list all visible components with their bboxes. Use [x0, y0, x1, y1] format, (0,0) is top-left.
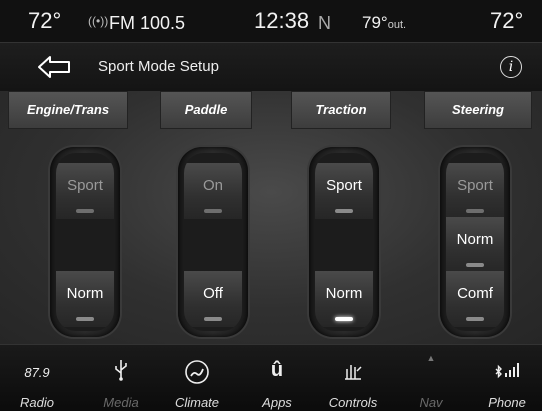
nav-label: Radio: [20, 395, 54, 410]
bottom-nav-bar: 87.9 Radio Media Climate û Apps Controls: [0, 344, 542, 411]
indicator-bar: [204, 209, 222, 213]
engine-trans-selector: Sport Norm: [50, 147, 120, 337]
nav-label: Nav: [419, 395, 443, 410]
tab-paddle[interactable]: Paddle: [160, 91, 252, 129]
indicator-bar: [466, 209, 484, 213]
traction-sport-option[interactable]: Sport: [315, 163, 373, 219]
option-label: Sport: [457, 177, 493, 194]
outside-temp: 79°out.: [362, 13, 407, 32]
climate-icon: [166, 359, 228, 385]
indicator-bar: [204, 317, 222, 321]
steering-selector: Sport Norm Comf: [440, 147, 510, 337]
option-label: On: [202, 177, 223, 194]
tab-traction[interactable]: Traction: [291, 91, 391, 129]
uconnect-screen: 72° ((•)) FM 100.5 12:38 N 79°out. 72° S…: [0, 0, 542, 411]
nav-media[interactable]: Media: [90, 345, 152, 411]
radio-frequency: 87.9: [24, 365, 50, 380]
radio-station[interactable]: FM 100.5: [109, 13, 185, 34]
nav-label: Climate: [174, 395, 220, 410]
option-label: Norm: [325, 285, 363, 302]
indicator-bar: [466, 317, 484, 321]
option-label: Off: [203, 285, 223, 302]
sport-mode-panel: Engine/Trans Paddle Traction Steering Sp…: [0, 91, 542, 344]
indicator-bar: [76, 209, 94, 213]
paddle-off-option[interactable]: Off: [184, 271, 242, 327]
nav-apps[interactable]: û Apps: [246, 345, 308, 411]
nav-nav[interactable]: ▲ Nav: [400, 345, 462, 411]
broadcast-icon: ((•)): [88, 14, 109, 28]
usb-icon: [90, 359, 152, 385]
indicator-bar: [335, 209, 353, 213]
clock: 12:38: [254, 8, 310, 33]
indicator-bar: [76, 317, 94, 321]
nav-label: Media: [103, 395, 139, 410]
steering-comf-option[interactable]: Comf: [446, 271, 504, 327]
option-label: Norm: [66, 285, 104, 302]
traction-selector: Sport Norm: [309, 147, 379, 337]
nav-controls[interactable]: Controls: [322, 345, 384, 411]
option-label: Norm: [456, 231, 494, 248]
back-arrow-icon[interactable]: [36, 54, 72, 80]
phone-icon: [476, 359, 538, 385]
engine-trans-sport-option[interactable]: Sport: [56, 163, 114, 219]
traction-norm-option[interactable]: Norm: [315, 271, 373, 327]
compass-heading: N: [318, 13, 331, 33]
option-label: Sport: [67, 177, 103, 194]
nav-label: Controls: [328, 395, 378, 410]
indicator-bar: [466, 263, 484, 267]
nav-radio[interactable]: 87.9 Radio: [6, 345, 68, 411]
page-title: Sport Mode Setup: [98, 58, 219, 75]
paddle-on-option[interactable]: On: [184, 163, 242, 219]
engine-trans-norm-option[interactable]: Norm: [56, 271, 114, 327]
tab-steering[interactable]: Steering: [424, 91, 532, 129]
steering-sport-option[interactable]: Sport: [446, 163, 504, 219]
nav-label: Apps: [262, 395, 292, 410]
nav-phone[interactable]: Phone: [476, 345, 538, 411]
driver-temp[interactable]: 72°: [28, 8, 61, 34]
steering-norm-option[interactable]: Norm: [446, 217, 504, 273]
nav-label: Phone: [488, 395, 526, 410]
tab-engine-trans[interactable]: Engine/Trans: [8, 91, 128, 129]
apps-icon: û: [270, 359, 284, 381]
controls-icon: [322, 359, 384, 385]
passenger-temp[interactable]: 72°: [490, 8, 523, 34]
info-icon[interactable]: i: [500, 56, 522, 78]
title-bar: Sport Mode Setup i: [0, 42, 542, 92]
paddle-selector: On Off: [178, 147, 248, 337]
indicator-bar: [335, 317, 353, 321]
status-bar: 72° ((•)) FM 100.5 12:38 N 79°out. 72°: [0, 0, 542, 42]
option-label: Comf: [457, 285, 493, 302]
nav-climate[interactable]: Climate: [166, 345, 228, 411]
nav-icon: ▲: [426, 353, 436, 363]
option-label: Sport: [326, 177, 362, 194]
